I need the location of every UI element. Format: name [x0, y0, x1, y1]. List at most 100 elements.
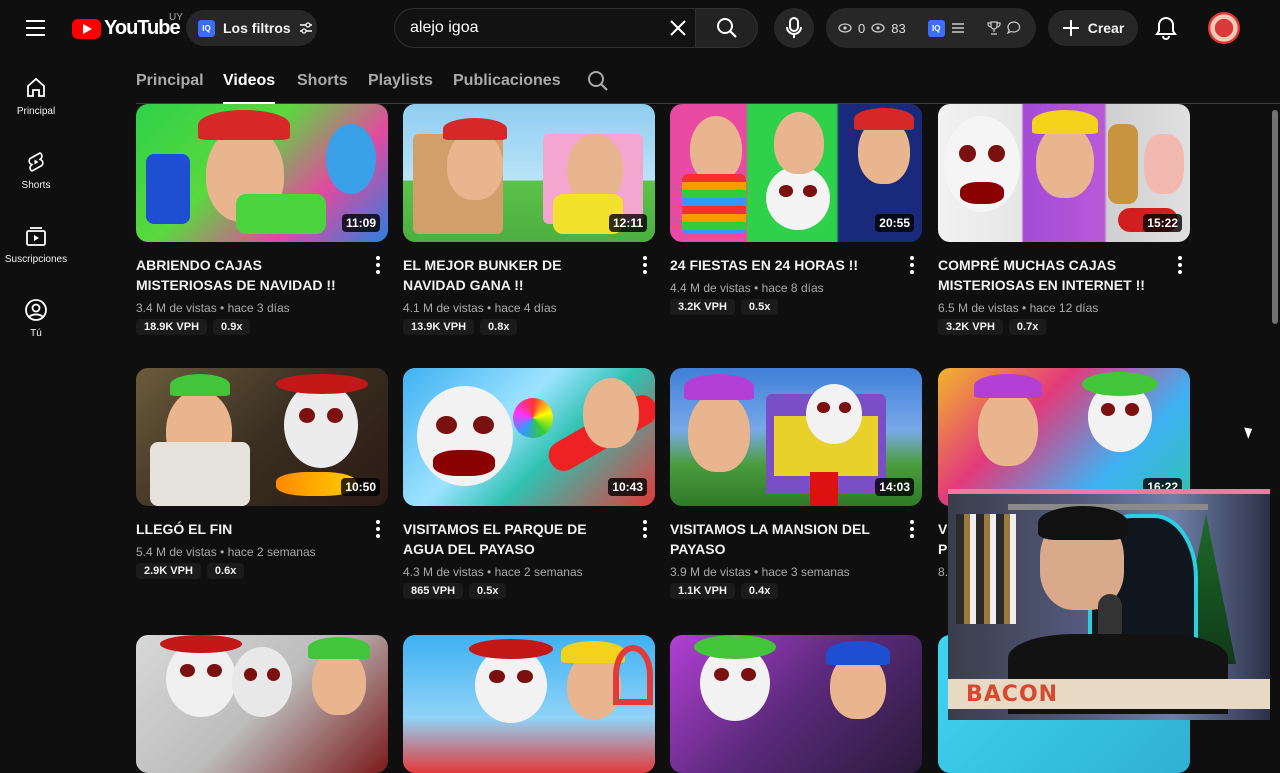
- create-label: Crear: [1087, 20, 1125, 36]
- account-avatar[interactable]: [1208, 12, 1240, 44]
- webcam-name-banner: BACON: [948, 679, 1270, 709]
- video-menu-button[interactable]: [374, 256, 382, 274]
- eye-icon: [871, 23, 885, 33]
- page-scrollbar[interactable]: [1270, 104, 1280, 720]
- video-thumbnail[interactable]: [670, 635, 922, 773]
- video-menu-button[interactable]: [641, 520, 649, 538]
- video-stats: 18.9K VPH 0.9x: [136, 319, 251, 335]
- video-duration: 11:09: [341, 214, 380, 232]
- video-duration: 20:55: [875, 214, 914, 232]
- scrollbar-thumb[interactable]: [1272, 110, 1278, 324]
- video-title[interactable]: Llegó el fin: [136, 519, 356, 539]
- search-input[interactable]: [410, 19, 660, 37]
- sidebar-item-you[interactable]: Tú: [0, 278, 72, 352]
- extension-toolbar[interactable]: 0 83 IQ: [826, 8, 1036, 48]
- video-thumbnail[interactable]: 10:43: [403, 368, 655, 506]
- country-code: UY: [169, 12, 183, 23]
- video-title[interactable]: Abriendo cajas misteriosas de navidad !!: [136, 255, 356, 295]
- video-card[interactable]: 20:55 24 fiestas en 24 horas !! 4.4 M de…: [670, 104, 922, 315]
- menu-button[interactable]: [20, 14, 52, 42]
- video-thumbnail[interactable]: [136, 635, 388, 773]
- clear-search-icon[interactable]: [668, 18, 688, 38]
- video-thumbnail[interactable]: 11:09: [136, 104, 388, 242]
- video-title[interactable]: Visitamos el parque de agua del payaso: [403, 519, 623, 559]
- video-card[interactable]: 15:22 Compré muchas cajas misteriosas en…: [938, 104, 1190, 335]
- video-card[interactable]: 10:43 Visitamos el parque de agua del pa…: [403, 368, 655, 599]
- sidebar-item-label: Shorts: [21, 180, 51, 191]
- plus-icon: [1062, 20, 1079, 36]
- voice-search-button[interactable]: [774, 8, 814, 48]
- top-bar: YouTube UY IQ Los filtros 0 83 IQ Crear: [0, 0, 1280, 56]
- video-card[interactable]: 16:22 VP 8.: [938, 368, 1190, 579]
- video-meta: 8.: [938, 565, 948, 579]
- video-meta: 3.4 M de vistas • hace 3 días: [136, 301, 290, 315]
- video-menu-button[interactable]: [1176, 256, 1184, 274]
- subscriptions-icon: [26, 227, 46, 246]
- user-icon: [25, 299, 47, 321]
- sidebar-item-principal[interactable]: Principal: [0, 56, 72, 130]
- tab-videos[interactable]: Videos: [223, 72, 276, 104]
- video-menu-button[interactable]: [374, 520, 382, 538]
- video-stats: 3.2K VPH 0.5x: [670, 299, 779, 315]
- video-thumbnail[interactable]: 14:03: [670, 368, 922, 506]
- video-card[interactable]: [136, 635, 388, 773]
- video-duration: 10:43: [608, 478, 647, 496]
- video-duration: 14:03: [875, 478, 914, 496]
- ratio-badge: 0.7x: [1008, 319, 1047, 335]
- tab-publicaciones[interactable]: Publicaciones: [453, 72, 561, 90]
- video-card[interactable]: [670, 635, 922, 773]
- vph-badge: 18.9K VPH: [136, 319, 208, 335]
- video-thumbnail[interactable]: 16:22: [938, 368, 1190, 506]
- filters-button[interactable]: IQ Los filtros: [186, 10, 317, 46]
- channel-search-icon[interactable]: [586, 69, 610, 93]
- video-card[interactable]: 10:50 Llegó el fin 5.4 M de vistas • hac…: [136, 368, 388, 579]
- create-button[interactable]: Crear: [1048, 10, 1138, 46]
- search-icon: [716, 18, 737, 38]
- video-card[interactable]: 12:11 El mejor bunker de navidad gana !!…: [403, 104, 655, 335]
- video-thumbnail[interactable]: 10:50: [136, 368, 388, 506]
- eye-icon: [838, 23, 852, 33]
- vph-badge: 3.2K VPH: [670, 299, 735, 315]
- tab-shorts[interactable]: Shorts: [297, 72, 348, 90]
- sidebar-item-subscriptions[interactable]: Suscripciones: [0, 204, 72, 278]
- video-meta: 3.9 M de vistas • hace 3 semanas: [670, 565, 850, 579]
- video-stats: 865 VPH 0.5x: [403, 583, 507, 599]
- filters-label: Los filtros: [223, 20, 291, 36]
- video-age: hace 2 semanas: [227, 545, 316, 559]
- iq-badge: IQ: [198, 19, 215, 37]
- list-icon[interactable]: [951, 22, 965, 34]
- video-views: 3.4 M de vistas: [136, 301, 217, 315]
- video-age: hace 8 días: [761, 281, 824, 295]
- notifications-bell-icon[interactable]: [1152, 14, 1180, 42]
- sidebar-item-shorts[interactable]: Shorts: [0, 130, 72, 204]
- video-views: 6.5 M de vistas: [938, 301, 1019, 315]
- video-card[interactable]: 14:03 Visitamos la mansion del payaso 3.…: [670, 368, 922, 599]
- video-card[interactable]: 11:09 Abriendo cajas misteriosas de navi…: [136, 104, 388, 335]
- sidebar-item-label: Tú: [30, 328, 42, 339]
- vph-badge: 3.2K VPH: [938, 319, 1003, 335]
- video-menu-button[interactable]: [908, 520, 916, 538]
- tab-principal[interactable]: Principal: [136, 72, 204, 90]
- video-thumbnail[interactable]: 12:11: [403, 104, 655, 242]
- video-card[interactable]: [403, 635, 655, 773]
- video-stats: 3.2K VPH 0.7x: [938, 319, 1047, 335]
- video-thumbnail[interactable]: [403, 635, 655, 773]
- video-age: hace 3 semanas: [761, 565, 850, 579]
- chat-icon[interactable]: [1006, 21, 1021, 35]
- video-menu-button[interactable]: [641, 256, 649, 274]
- ext-iq-badge[interactable]: IQ: [927, 19, 945, 37]
- youtube-logo[interactable]: YouTube: [72, 17, 181, 40]
- video-thumbnail[interactable]: 15:22: [938, 104, 1190, 242]
- video-thumbnail[interactable]: 20:55: [670, 104, 922, 242]
- search-button[interactable]: [696, 8, 758, 48]
- video-menu-button[interactable]: [908, 256, 916, 274]
- trophy-icon[interactable]: [987, 21, 1001, 35]
- video-title[interactable]: Compré muchas cajas misteriosas en inter…: [938, 255, 1158, 295]
- tab-playlists[interactable]: Playlists: [368, 72, 433, 90]
- video-stats: 2.9K VPH 0.6x: [136, 563, 245, 579]
- video-views: 8.: [938, 565, 949, 579]
- video-title[interactable]: Visitamos la mansion del payaso: [670, 519, 890, 559]
- video-title[interactable]: El mejor bunker de navidad gana !!: [403, 255, 623, 295]
- video-title[interactable]: 24 fiestas en 24 horas !!: [670, 255, 890, 275]
- mic-icon: [786, 17, 802, 38]
